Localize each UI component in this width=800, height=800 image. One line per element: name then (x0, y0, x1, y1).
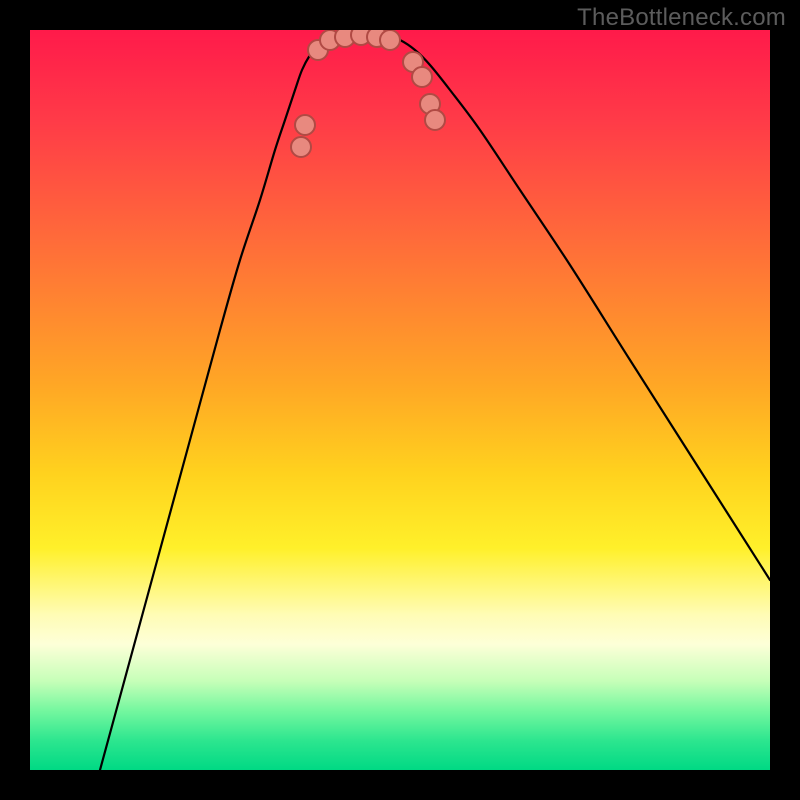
curve-marker (367, 30, 387, 47)
curve-markers (291, 30, 445, 157)
curve-marker (403, 52, 423, 72)
curve-marker (320, 30, 340, 50)
watermark-text: TheBottleneck.com (577, 4, 786, 32)
curve-marker (425, 110, 445, 130)
curve-marker (295, 115, 315, 135)
curve-marker (335, 30, 355, 47)
curve-marker (420, 94, 440, 114)
curve-marker (412, 67, 432, 87)
curve-marker (380, 30, 400, 50)
curve-marker (351, 30, 371, 45)
curve-marker (291, 137, 311, 157)
curve-marker (308, 40, 328, 60)
plot-area (30, 30, 770, 770)
v-curve-line (100, 32, 770, 770)
chart-svg (30, 30, 770, 770)
chart-container: TheBottleneck.com (0, 0, 800, 800)
